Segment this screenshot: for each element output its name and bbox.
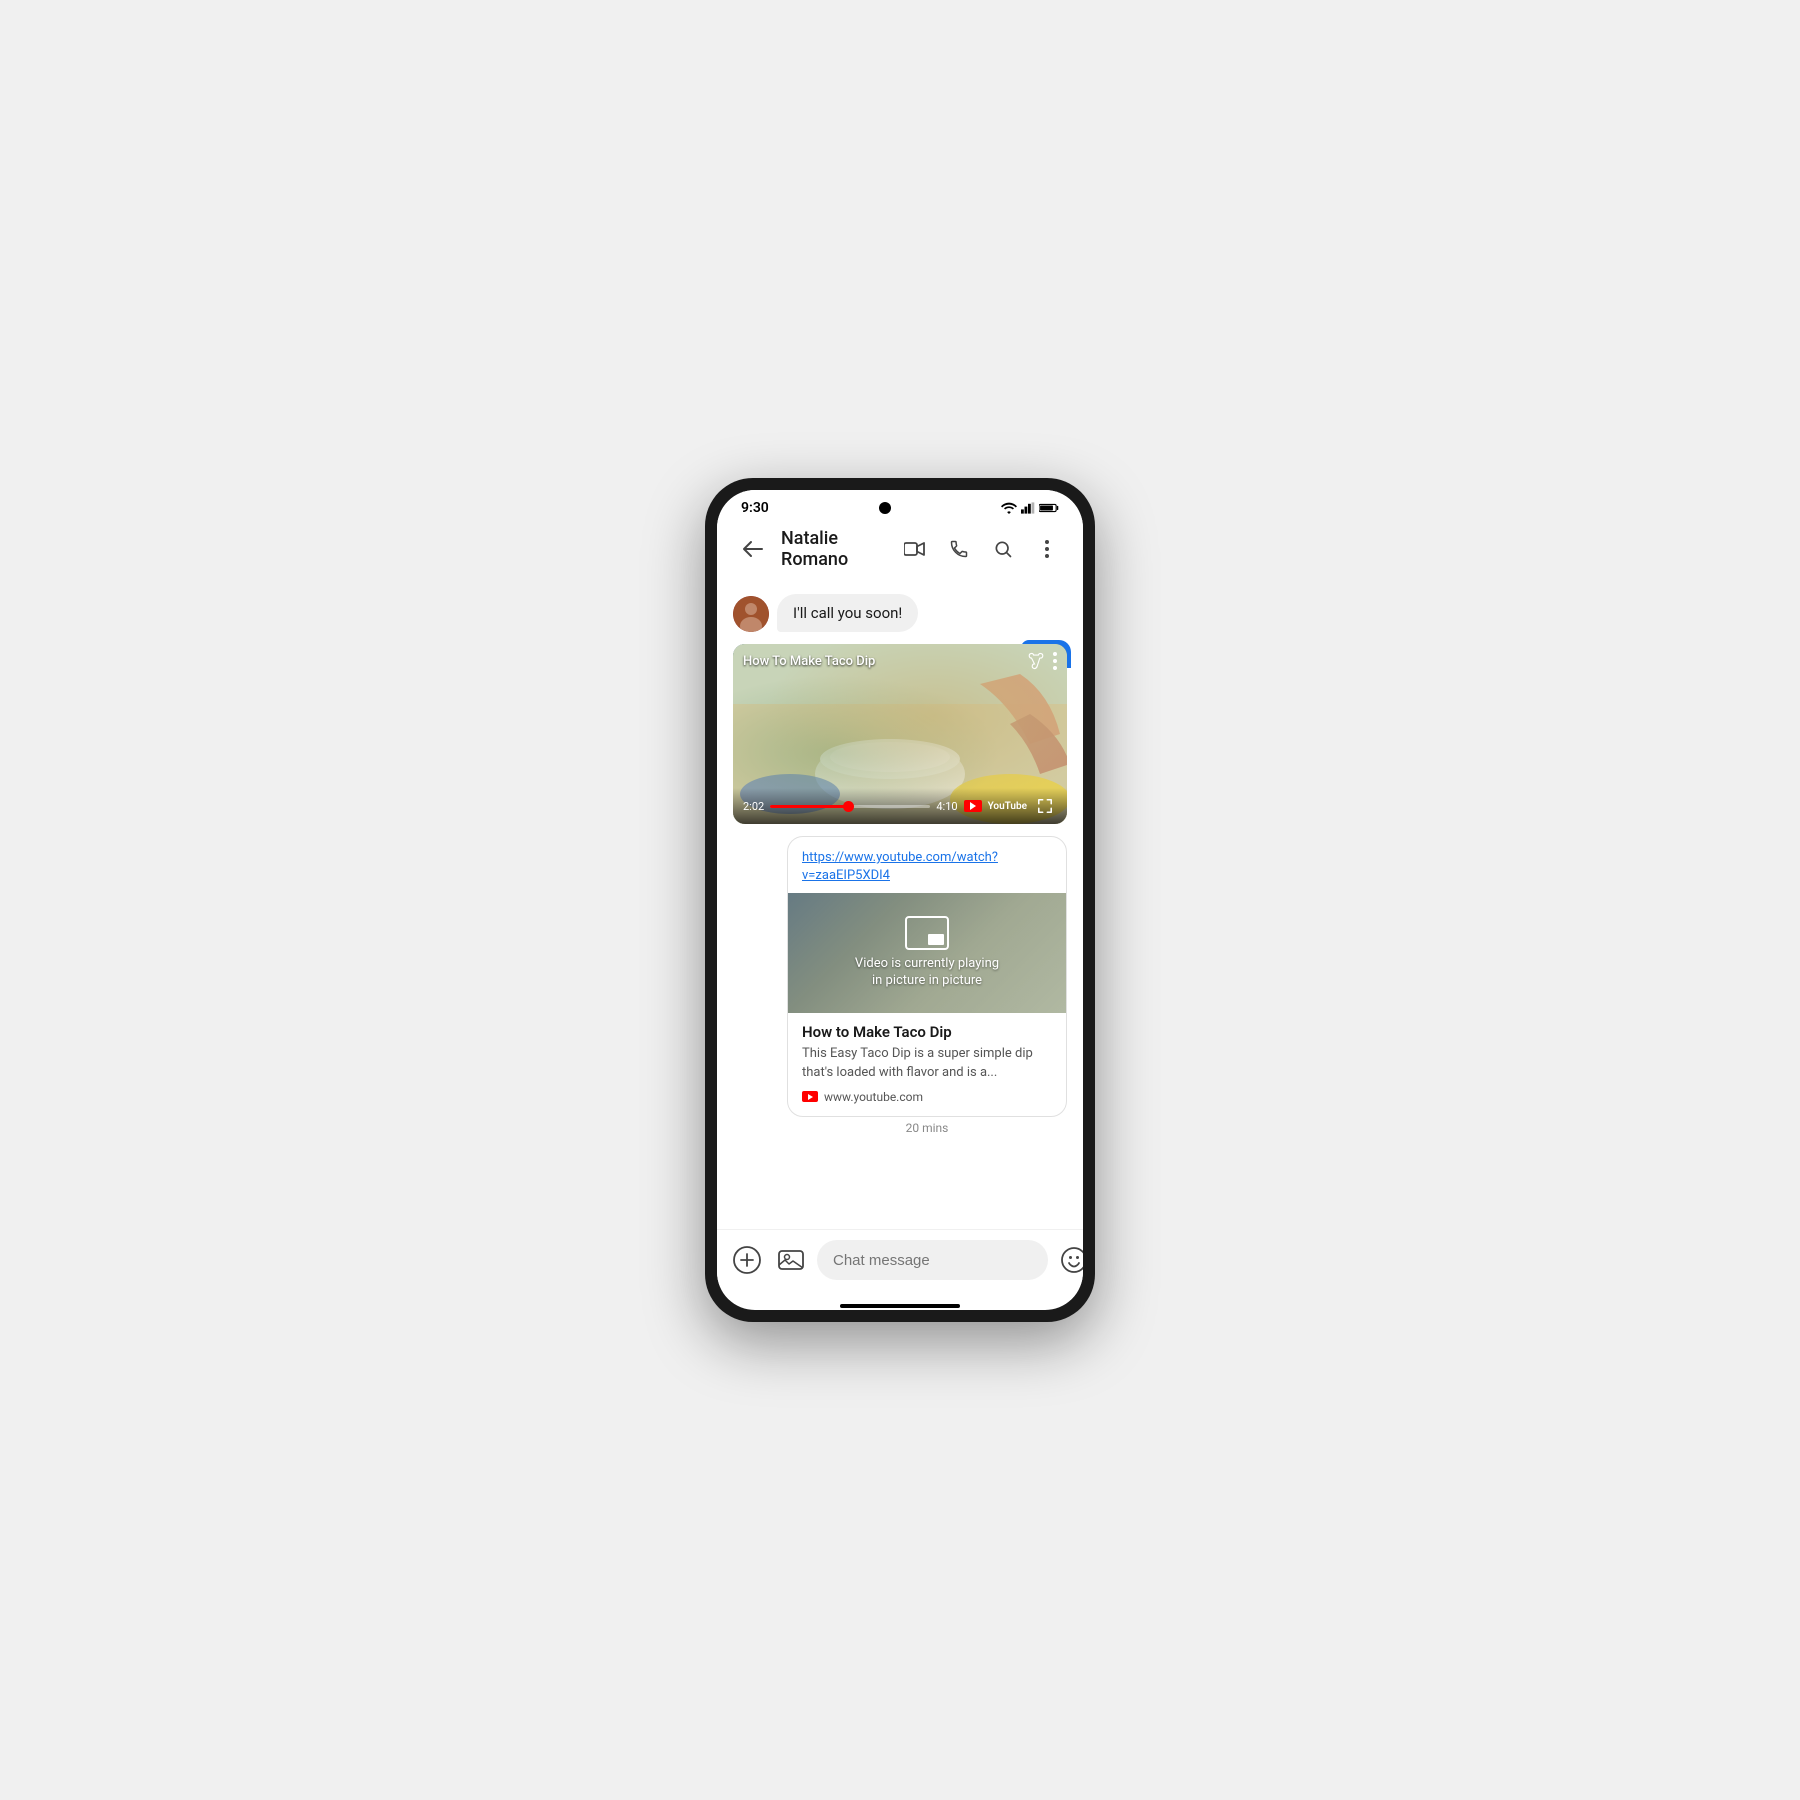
app-bar-actions [895, 529, 1067, 569]
status-time: 9:30 [741, 500, 769, 516]
emoji-icon [1061, 1247, 1083, 1273]
phone-frame: 9:30 [705, 478, 1095, 1322]
video-card-container: How To Make Taco Dip [733, 644, 1067, 824]
card-body: How to Make Taco Dip This Easy Taco Dip … [788, 1013, 1066, 1115]
current-time: 2:02 [743, 800, 764, 813]
camera-notch [879, 502, 891, 514]
more-options-icon [1045, 540, 1049, 558]
image-button[interactable] [773, 1242, 809, 1278]
chat-area: I'll call you soon! [717, 578, 1083, 1229]
progress-bar[interactable] [770, 805, 930, 808]
contact-name: Natalie Romano [781, 528, 887, 570]
status-icons [1001, 502, 1059, 514]
card-description: This Easy Taco Dip is a super simple dip… [802, 1045, 1052, 1081]
progress-fill [770, 805, 848, 808]
url-card[interactable]: https://www.youtube.com/watch?v=zaaEIP5X… [787, 836, 1067, 1117]
chat-input[interactable] [817, 1240, 1048, 1280]
youtube-text: YouTube [988, 801, 1027, 812]
card-source: www.youtube.com [802, 1090, 1052, 1104]
received-message-row: I'll call you soon! [733, 594, 1067, 632]
home-indicator [840, 1304, 960, 1308]
message-timestamp: 20 mins [787, 1117, 1067, 1139]
app-bar: Natalie Romano [717, 520, 1083, 578]
emoji-button[interactable] [1056, 1242, 1083, 1278]
url-link[interactable]: https://www.youtube.com/watch?v=zaaEIP5X… [788, 837, 1066, 893]
total-time: 4:10 [936, 800, 957, 813]
bottom-bar [717, 1229, 1083, 1300]
received-bubble: I'll call you soon! [777, 594, 918, 632]
search-icon [993, 539, 1013, 559]
youtube-icon-sm [802, 1091, 818, 1102]
video-controls: 2:02 4:10 YouTube [733, 788, 1067, 824]
pip-small-screen [928, 934, 944, 945]
video-thumbnail: How To Make Taco Dip [733, 644, 1067, 824]
avatar [733, 596, 769, 632]
video-title-bar: How To Make Taco Dip [733, 644, 1067, 678]
battery-icon [1039, 502, 1059, 514]
more-options-button[interactable] [1027, 529, 1067, 569]
avatar-image [733, 596, 769, 632]
source-url: www.youtube.com [824, 1090, 923, 1104]
add-icon [733, 1246, 761, 1274]
video-card[interactable]: How To Make Taco Dip [733, 644, 1067, 824]
image-icon [778, 1247, 804, 1273]
add-button[interactable] [729, 1242, 765, 1278]
phone-screen: 9:30 [717, 490, 1083, 1310]
fullscreen-button[interactable] [1033, 794, 1057, 818]
video-call-button[interactable] [895, 529, 935, 569]
card-video-title: How to Make Taco Dip [802, 1023, 1052, 1041]
back-button[interactable] [733, 529, 773, 569]
fullscreen-icon [1038, 799, 1052, 813]
back-arrow-icon [742, 540, 764, 558]
youtube-play-triangle [970, 802, 976, 810]
video-more-icon[interactable] [1053, 652, 1057, 670]
video-call-icon [904, 541, 926, 557]
url-card-wrapper: https://www.youtube.com/watch?v=zaaEIP5X… [787, 836, 1067, 1139]
youtube-play-sm [808, 1094, 813, 1100]
video-title: How To Make Taco Dip [743, 654, 875, 669]
pip-thumbnail: Video is currently playing in picture in… [788, 893, 1066, 1013]
phone-icon [949, 539, 969, 559]
pip-status-text: Video is currently playing in picture in… [855, 956, 999, 990]
progress-dot [843, 801, 854, 812]
wifi-icon [1001, 502, 1017, 514]
status-bar: 9:30 [717, 490, 1083, 520]
received-message-text: I'll call you soon! [793, 604, 902, 622]
phone-call-button[interactable] [939, 529, 979, 569]
signal-icon [1021, 502, 1035, 514]
youtube-logo [964, 800, 982, 812]
share-icon[interactable] [1027, 652, 1045, 670]
pip-icon [905, 916, 949, 950]
search-button[interactable] [983, 529, 1023, 569]
